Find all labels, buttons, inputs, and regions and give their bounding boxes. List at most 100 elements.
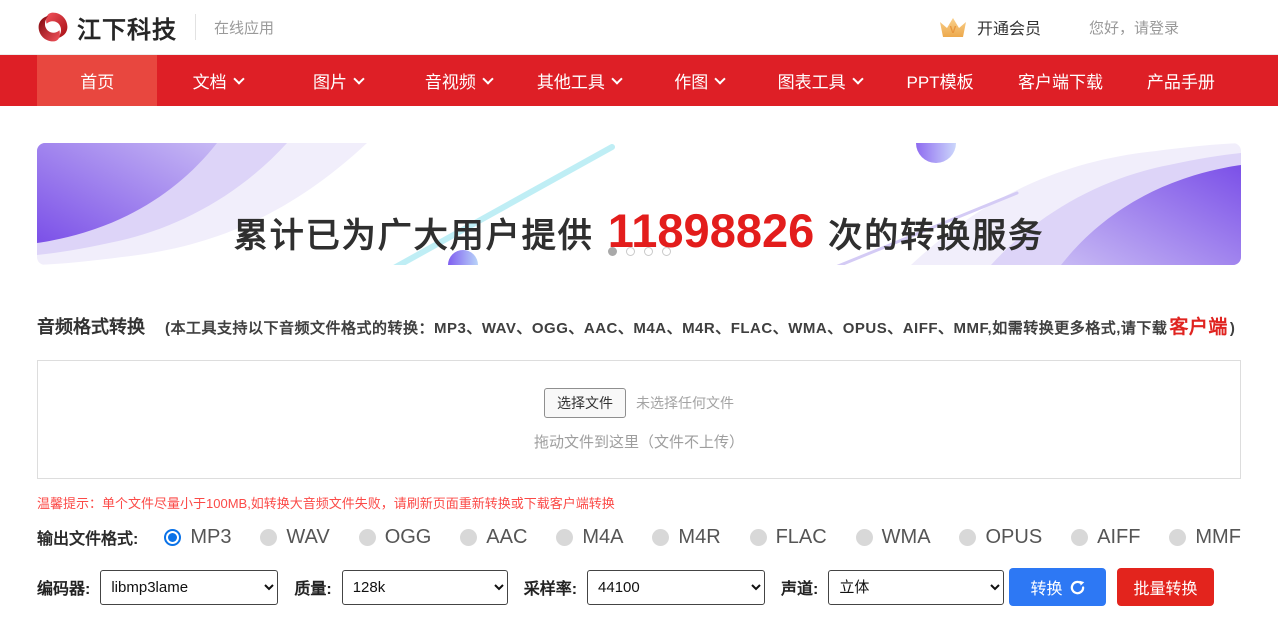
nav-item-9[interactable]: 产品手册 bbox=[1121, 55, 1241, 106]
format-option-wav[interactable]: WAV bbox=[260, 526, 329, 549]
carousel-dot-1[interactable] bbox=[626, 247, 635, 256]
convert-button-label: 转换 bbox=[1030, 575, 1062, 599]
crown-icon: V bbox=[938, 15, 968, 39]
drag-hint-text: 拖动文件到这里（文件不上传） bbox=[534, 431, 744, 452]
encoder-select[interactable]: libmp3lame bbox=[100, 570, 278, 605]
nav-item-6[interactable]: 图表工具 bbox=[759, 55, 879, 106]
nav-item-1[interactable]: 文档 bbox=[157, 55, 277, 106]
vip-link[interactable]: V 开通会员 bbox=[938, 15, 1041, 39]
nav-item-8[interactable]: 客户端下载 bbox=[1000, 55, 1120, 106]
format-option-m4r[interactable]: M4R bbox=[652, 526, 720, 549]
format-option-label: MP3 bbox=[190, 526, 231, 549]
client-download-link[interactable]: 客户端 bbox=[1169, 317, 1228, 338]
svg-text:V: V bbox=[950, 25, 957, 36]
vip-label: 开通会员 bbox=[977, 15, 1041, 39]
format-option-mmf[interactable]: MMF bbox=[1169, 526, 1241, 549]
format-option-aac[interactable]: AAC bbox=[460, 526, 527, 549]
nav-item-label: 产品手册 bbox=[1147, 68, 1215, 93]
chevron-down-icon bbox=[233, 73, 244, 84]
file-input: 选择文件 未选择任何文件 bbox=[544, 388, 734, 418]
format-option-wma[interactable]: WMA bbox=[856, 526, 931, 549]
nav-item-label: 图片 bbox=[313, 68, 347, 93]
sample-rate-select[interactable]: 44100 bbox=[587, 570, 765, 605]
tool-heading: 音频格式转换 (本工具支持以下音频文件格式的转换：MP3、WAV、OGG、AAC… bbox=[37, 312, 1241, 339]
format-option-mp3[interactable]: MP3 bbox=[164, 526, 231, 549]
red-swirl-logo-icon bbox=[37, 11, 69, 43]
format-option-ogg[interactable]: OGG bbox=[359, 526, 432, 549]
format-option-label: M4A bbox=[582, 526, 623, 549]
chevron-down-icon bbox=[611, 73, 622, 84]
channel-label: 声道: bbox=[781, 575, 818, 599]
radio-icon bbox=[959, 529, 976, 546]
chevron-down-icon bbox=[353, 73, 364, 84]
nav-item-7[interactable]: PPT模板 bbox=[880, 55, 1000, 106]
refresh-icon bbox=[1070, 580, 1085, 595]
nav-item-label: 客户端下载 bbox=[1018, 68, 1103, 93]
format-option-label: FLAC bbox=[776, 526, 827, 549]
header-subtitle: 在线应用 bbox=[214, 17, 274, 38]
warning-tip: 温馨提示：单个文件尽量小于100MB,如转换大音频文件失败，请刷新页面重新转换或… bbox=[37, 493, 1241, 512]
format-option-label: M4R bbox=[678, 526, 720, 549]
format-option-opus[interactable]: OPUS bbox=[959, 526, 1042, 549]
banner-carousel: 累计已为广大用户提供 11898826 次的转换服务 bbox=[37, 143, 1241, 265]
carousel-dot-2[interactable] bbox=[644, 247, 653, 256]
page-title: 音频格式转换 bbox=[37, 313, 145, 339]
brand-name: 江下科技 bbox=[77, 10, 177, 45]
chevron-down-icon bbox=[852, 73, 863, 84]
page: 江下科技 在线应用 V bbox=[0, 0, 1278, 634]
format-option-label: OPUS bbox=[985, 526, 1042, 549]
sample-rate-label: 采样率: bbox=[524, 575, 577, 599]
quality-select[interactable]: 128k bbox=[342, 570, 508, 605]
top-header: 江下科技 在线应用 V bbox=[0, 0, 1278, 55]
nav-item-label: 首页 bbox=[80, 68, 114, 93]
format-option-aiff[interactable]: AIFF bbox=[1071, 526, 1140, 549]
output-format-row: 输出文件格式: MP3 WAV OGG AAC M4A M4R FLAC WMA OPUS AIF… bbox=[37, 525, 1241, 549]
carousel-dot-3[interactable] bbox=[662, 247, 671, 256]
conversion-settings-row: 编码器: libmp3lame 质量: 128k 采样率: 44100 声道: … bbox=[37, 568, 1241, 634]
batch-convert-button[interactable]: 批量转换 bbox=[1117, 568, 1214, 606]
format-option-flac[interactable]: FLAC bbox=[750, 526, 827, 549]
nav-item-label: 音视频 bbox=[425, 68, 476, 93]
nav-item-2[interactable]: 图片 bbox=[278, 55, 398, 106]
channel-select[interactable]: 立体 bbox=[828, 570, 1004, 605]
nav-item-label: 文档 bbox=[193, 68, 227, 93]
radio-icon bbox=[260, 529, 277, 546]
radio-icon bbox=[359, 529, 376, 546]
format-options: MP3 WAV OGG AAC M4A M4R FLAC WMA OPUS AIFF MMF bbox=[164, 526, 1241, 549]
output-format-label: 输出文件格式: bbox=[37, 525, 138, 549]
format-option-label: AIFF bbox=[1097, 526, 1140, 549]
radio-icon bbox=[1071, 529, 1088, 546]
main-nav: 首页 文档 图片 音视频 其他工具作图图表工具 PPT模板 客户端下载 产品手册 bbox=[0, 55, 1278, 106]
radio-icon bbox=[556, 529, 573, 546]
support-suffix: ) bbox=[1230, 320, 1236, 337]
format-option-label: AAC bbox=[486, 526, 527, 549]
nav-item-label: PPT模板 bbox=[907, 68, 974, 93]
nav-item-4[interactable]: 其他工具 bbox=[519, 55, 639, 106]
format-option-label: OGG bbox=[385, 526, 432, 549]
radio-icon bbox=[652, 529, 669, 546]
nav-item-3[interactable]: 音视频 bbox=[398, 55, 518, 106]
header-actions: V 开通会员 您好，请登录 bbox=[938, 15, 1241, 39]
no-file-selected-text: 未选择任何文件 bbox=[636, 393, 734, 413]
format-option-label: WMA bbox=[882, 526, 931, 549]
nav-item-0[interactable]: 首页 bbox=[37, 55, 157, 106]
format-option-m4a[interactable]: M4A bbox=[556, 526, 623, 549]
nav-item-5[interactable]: 作图 bbox=[639, 55, 759, 106]
brand-logo[interactable]: 江下科技 bbox=[37, 10, 177, 45]
chevron-down-icon bbox=[715, 73, 726, 84]
header-divider bbox=[195, 14, 196, 40]
login-link[interactable]: 您好，请登录 bbox=[1089, 17, 1179, 38]
radio-icon bbox=[1169, 529, 1186, 546]
chevron-down-icon bbox=[482, 73, 493, 84]
quality-label: 质量: bbox=[294, 575, 331, 599]
carousel-dot-0[interactable] bbox=[608, 247, 617, 256]
radio-icon bbox=[856, 529, 873, 546]
format-option-label: MMF bbox=[1195, 526, 1241, 549]
encoder-label: 编码器: bbox=[37, 575, 90, 599]
file-dropzone[interactable]: 选择文件 未选择任何文件 拖动文件到这里（文件不上传） bbox=[37, 360, 1241, 479]
convert-button[interactable]: 转换 bbox=[1009, 568, 1106, 606]
supported-formats-text: (本工具支持以下音频文件格式的转换：MP3、WAV、OGG、AAC、M4A、M4… bbox=[165, 312, 1235, 339]
format-option-label: WAV bbox=[286, 526, 329, 549]
choose-file-button[interactable]: 选择文件 bbox=[544, 388, 626, 418]
support-prefix: (本工具支持以下音频文件格式的转换：MP3、WAV、OGG、AAC、M4A、M4… bbox=[165, 320, 1167, 337]
